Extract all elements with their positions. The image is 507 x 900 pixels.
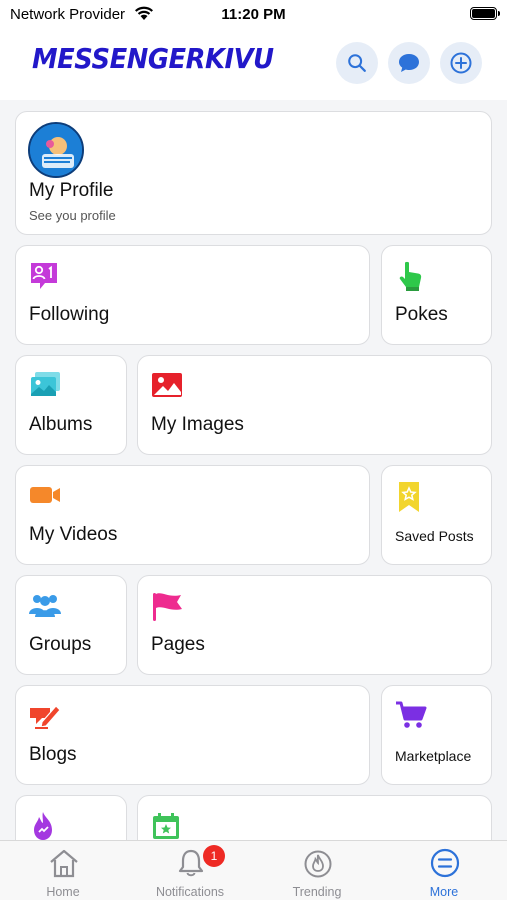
tab-home[interactable]: Home xyxy=(0,841,126,900)
my-images-card[interactable]: My Images xyxy=(137,355,492,455)
video-camera-icon xyxy=(30,487,60,503)
cart-icon xyxy=(396,701,427,728)
saved-posts-card[interactable]: Saved Posts xyxy=(381,465,492,565)
notification-badge: 1 xyxy=(203,845,225,867)
blogs-card[interactable]: Blogs xyxy=(15,685,370,785)
events-card[interactable] xyxy=(137,795,492,840)
tab-home-label: Home xyxy=(46,885,80,899)
flag-icon xyxy=(153,593,182,621)
groups-card[interactable]: Groups xyxy=(15,575,127,675)
profile-card[interactable]: My Profile See you profile xyxy=(15,111,492,235)
search-button[interactable] xyxy=(336,42,378,84)
menu-grid: My Profile See you profile Following Pok… xyxy=(0,100,507,840)
messages-button[interactable] xyxy=(388,42,430,84)
saved-posts-label: Saved Posts xyxy=(395,528,474,544)
search-icon xyxy=(348,54,366,72)
albums-label: Albums xyxy=(29,414,93,435)
my-videos-label: My Videos xyxy=(29,524,118,545)
tab-more-label: More xyxy=(429,885,459,899)
following-card[interactable]: Following xyxy=(15,245,370,345)
album-icon xyxy=(31,372,60,396)
blogs-label: Blogs xyxy=(29,744,77,765)
trending-card[interactable] xyxy=(15,795,127,840)
blog-pen-icon xyxy=(30,705,61,729)
tab-trending-label: Trending xyxy=(292,885,342,899)
status-time: 11:20 PM xyxy=(221,6,286,23)
avatar xyxy=(28,122,84,178)
fire-icon xyxy=(34,812,52,840)
groups-icon xyxy=(29,595,61,617)
plus-circle-icon xyxy=(450,52,472,74)
battery-icon xyxy=(470,7,500,20)
home-icon xyxy=(50,849,78,878)
bottom-tab-bar: Home 1 Notifications Trending More xyxy=(0,840,507,900)
more-menu-icon xyxy=(430,848,460,878)
pokes-card[interactable]: Pokes xyxy=(381,245,492,345)
tab-notifications[interactable]: 1 Notifications xyxy=(127,841,253,900)
pokes-label: Pokes xyxy=(395,304,448,325)
groups-label: Groups xyxy=(29,634,92,655)
status-bar: Network Provider 11:20 PM xyxy=(0,0,507,28)
marketplace-card[interactable]: Marketplace xyxy=(381,685,492,785)
tab-more[interactable]: More xyxy=(381,841,507,900)
calendar-star-icon xyxy=(153,813,179,839)
my-videos-card[interactable]: My Videos xyxy=(15,465,370,565)
image-icon xyxy=(152,373,182,397)
tab-notifications-label: Notifications xyxy=(155,885,225,899)
profile-title: My Profile xyxy=(29,180,114,201)
pages-card[interactable]: Pages xyxy=(137,575,492,675)
bookmark-star-icon xyxy=(399,482,419,512)
trending-fire-icon xyxy=(304,850,332,878)
add-button[interactable] xyxy=(440,42,482,84)
app-logo: MESSENGERKIVU xyxy=(32,42,274,75)
profile-subtitle: See you profile xyxy=(29,208,116,223)
app-header: MESSENGERKIVU xyxy=(0,28,507,100)
chat-bubble-icon xyxy=(399,54,419,72)
following-label: Following xyxy=(29,304,110,325)
albums-card[interactable]: Albums xyxy=(15,355,127,455)
hand-pointer-icon xyxy=(399,261,422,291)
follow-user-icon xyxy=(31,263,57,289)
tab-trending[interactable]: Trending xyxy=(254,841,380,900)
my-images-label: My Images xyxy=(151,414,244,435)
pages-label: Pages xyxy=(151,634,205,655)
marketplace-label: Marketplace xyxy=(395,748,472,764)
